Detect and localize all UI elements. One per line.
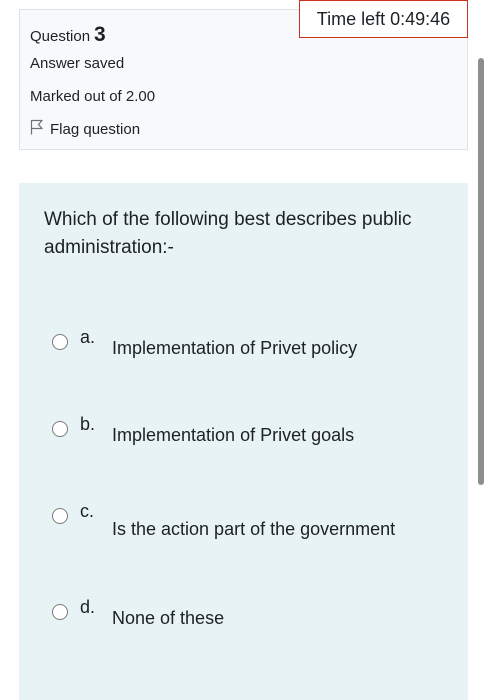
page-scrollbar[interactable] bbox=[478, 58, 484, 485]
flag-question-label: Flag question bbox=[50, 120, 141, 138]
question-label: Question bbox=[30, 28, 91, 45]
option-letter: c. bbox=[80, 501, 95, 521]
option-text: Implementation of Privet policy bbox=[112, 338, 358, 358]
radio-button[interactable] bbox=[52, 421, 68, 437]
radio-button[interactable] bbox=[52, 604, 68, 620]
flag-question-button[interactable]: Flag question bbox=[30, 119, 140, 139]
question-content: Which of the following best describes pu… bbox=[19, 183, 468, 700]
option-letter: b. bbox=[80, 414, 96, 434]
question-number: 3 bbox=[94, 23, 106, 46]
radio-button[interactable] bbox=[52, 508, 68, 524]
marked-out-of: Marked out of 2.00 bbox=[30, 88, 156, 105]
option-letter: d. bbox=[80, 597, 96, 617]
answer-state: Answer saved bbox=[30, 55, 125, 72]
question-text: Which of the following best describes pu… bbox=[44, 209, 412, 258]
radio-button[interactable] bbox=[52, 334, 68, 350]
question-heading: Question 3 bbox=[30, 23, 106, 47]
time-left-timer: Time left 0:49:46 bbox=[299, 0, 468, 38]
option-text: None of these bbox=[112, 608, 225, 628]
flag-icon bbox=[30, 119, 44, 139]
option-text: Implementation of Privet goals bbox=[112, 425, 355, 445]
option-text: Is the action part of the government bbox=[112, 519, 396, 539]
option-letter: a. bbox=[80, 327, 96, 347]
